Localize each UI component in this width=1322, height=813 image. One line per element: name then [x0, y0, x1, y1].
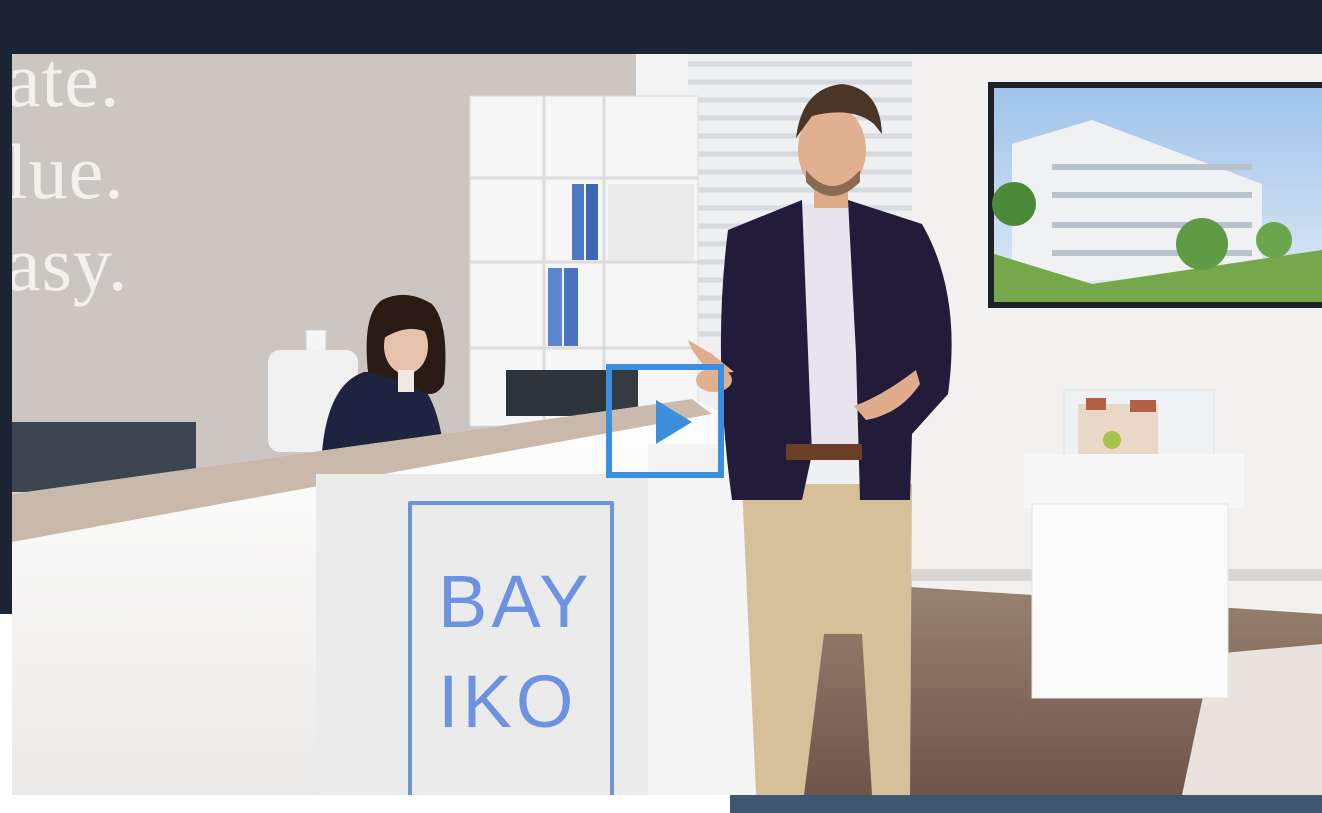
video-player[interactable]: ate. lue. asy. BAY IKO — [12, 54, 1322, 795]
wall-slogan-line-1: ate. — [12, 54, 121, 123]
left-band — [0, 54, 12, 614]
logo-line-2: IKO — [438, 660, 578, 743]
pedestal-top — [1024, 454, 1244, 508]
play-button[interactable] — [606, 364, 724, 478]
top-band — [0, 0, 1322, 54]
wall-slogan-line-2: lue. — [12, 128, 125, 215]
play-triangle-icon — [656, 400, 692, 444]
pedestal — [1031, 503, 1229, 699]
wall-slogan-line-3: asy. — [12, 220, 129, 307]
wall-slogan: ate. lue. asy. — [12, 54, 128, 310]
bottom-strip — [730, 795, 1322, 813]
logo-line-1: BAY — [438, 560, 593, 643]
bayiko-logo: BAY IKO — [408, 501, 614, 795]
